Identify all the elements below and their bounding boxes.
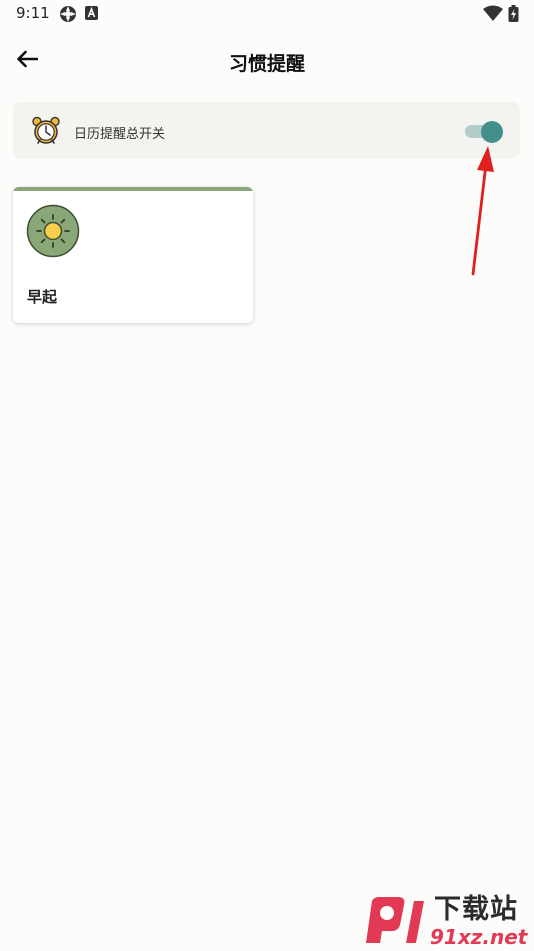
status-bar: 9:11: [0, 0, 534, 28]
gear-icon: [59, 5, 77, 27]
watermark-logo-icon: [362, 895, 428, 951]
red-arrow-annotation: [460, 136, 500, 282]
wifi-icon: [483, 5, 503, 25]
habit-name: 早起: [27, 288, 58, 306]
habit-card-early-rise[interactable]: 早起: [13, 187, 253, 323]
habit-color-strip: [13, 187, 253, 191]
a-box-icon: [85, 5, 99, 25]
watermark-title: 下载站: [434, 894, 518, 925]
watermark-domain: 91xz.net: [430, 925, 528, 949]
status-time: 9:11: [16, 4, 50, 22]
page-title: 习惯提醒: [228, 53, 305, 75]
app-bar: 习惯提醒: [0, 36, 534, 86]
master-switch-label: 日历提醒总开关: [74, 127, 166, 142]
alarm-clock-icon: [31, 116, 61, 150]
calendar-reminder-master-row: 日历提醒总开关: [13, 102, 520, 159]
battery-icon: [508, 5, 519, 26]
watermark: 下载站 91xz.net: [360, 885, 534, 950]
sun-icon: [26, 204, 80, 262]
